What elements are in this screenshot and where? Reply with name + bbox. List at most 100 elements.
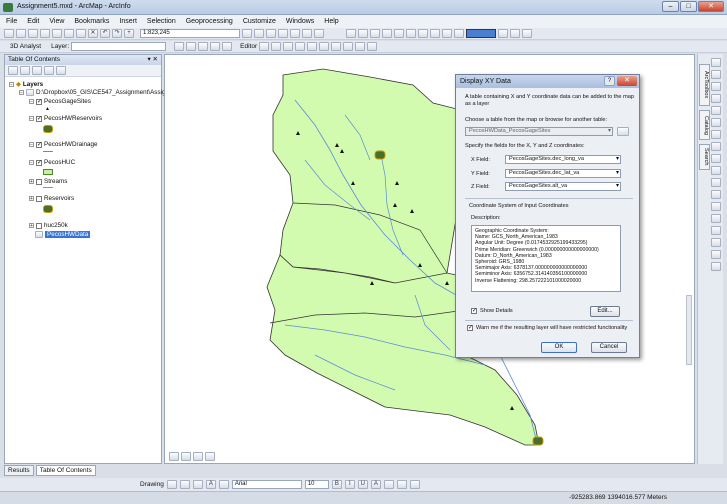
dialog-close-button[interactable]: ✕ <box>617 76 637 86</box>
fill-color-icon[interactable] <box>383 480 394 489</box>
identify-icon[interactable] <box>454 29 464 38</box>
redo-icon[interactable]: ↷ <box>112 29 122 38</box>
full-extent-icon[interactable] <box>382 29 392 38</box>
toc-path[interactable]: − D:\Dropbox\05_GIS\CE547_Assignment\Assi… <box>19 89 174 96</box>
toc-layer-pecoshwdrainage[interactable]: − ✓ PecosHWDrainage <box>29 141 98 148</box>
delete-icon[interactable]: ✕ <box>88 29 98 38</box>
html-popup-icon[interactable] <box>711 214 721 223</box>
fixed-zoom-icon[interactable] <box>711 106 721 115</box>
edit-tool-icon[interactable] <box>367 42 378 51</box>
select-icon[interactable] <box>442 29 452 38</box>
ok-button[interactable]: OK <box>541 342 577 353</box>
measure-icon[interactable] <box>498 29 508 38</box>
edit-button[interactable]: Edit... <box>590 306 620 317</box>
options-icon[interactable] <box>56 66 66 75</box>
hyperlink-icon[interactable] <box>522 29 532 38</box>
undo-icon[interactable]: ↶ <box>100 29 110 38</box>
search-icon[interactable] <box>278 29 288 38</box>
zoom-out-icon[interactable] <box>358 29 368 38</box>
new-icon[interactable] <box>4 29 14 38</box>
drawing-menu[interactable]: Drawing <box>140 481 164 488</box>
edit-vertices-icon[interactable] <box>218 480 229 489</box>
map-scrollbar[interactable] <box>686 295 692 365</box>
text-icon[interactable]: A <box>205 480 216 489</box>
list-by-source-icon[interactable] <box>20 66 30 75</box>
toc-close-icon[interactable]: ▾ ✕ <box>147 55 158 65</box>
menu-insert[interactable]: Insert <box>119 18 137 25</box>
rectangle-icon[interactable] <box>192 480 203 489</box>
menu-help[interactable]: Help <box>324 18 338 25</box>
toc-layer-pecoshwreservoirs[interactable]: − ✓ PecosHWReservoirs <box>29 115 102 122</box>
show-details-checkbox[interactable]: ✓ <box>471 308 477 314</box>
globe-icon[interactable] <box>198 42 209 51</box>
font-color-icon[interactable]: A <box>370 480 381 489</box>
description-box[interactable]: Geographic Coordinate System: Name: GCS_… <box>471 225 621 292</box>
layer-dropdown[interactable] <box>71 42 167 51</box>
3d-tool-icon[interactable] <box>186 42 197 51</box>
pointer-icon[interactable] <box>711 178 721 187</box>
close-button[interactable]: ✕ <box>698 1 724 12</box>
3d-analyst-label[interactable]: 3D Analyst <box>10 43 41 50</box>
forward-icon[interactable] <box>711 142 721 151</box>
list-by-visibility-icon[interactable] <box>32 66 42 75</box>
pause-icon[interactable] <box>205 452 215 461</box>
menu-view[interactable]: View <box>49 18 64 25</box>
select-elements-icon[interactable] <box>166 480 177 489</box>
refresh-icon[interactable] <box>193 452 203 461</box>
python-icon[interactable] <box>302 29 312 38</box>
arctoolbox-icon[interactable] <box>290 29 300 38</box>
toc-layer-huc250k[interactable]: + huc250k <box>29 222 68 229</box>
menu-file[interactable]: File <box>6 18 17 25</box>
hyperlink-icon[interactable] <box>711 202 721 211</box>
add-data-icon[interactable]: + <box>124 29 134 38</box>
menu-customize[interactable]: Customize <box>243 18 276 25</box>
maximize-button[interactable]: □ <box>680 1 697 12</box>
forward-icon[interactable] <box>430 29 440 38</box>
list-by-drawing-order-icon[interactable] <box>8 66 18 75</box>
edit-tool-icon[interactable] <box>283 42 294 51</box>
back-icon[interactable] <box>711 130 721 139</box>
tab-table-of-contents[interactable]: Table Of Contents <box>35 465 96 476</box>
open-icon[interactable] <box>16 29 26 38</box>
line-color-icon[interactable] <box>396 480 407 489</box>
editor-toolbar-icon[interactable] <box>242 29 252 38</box>
bold-icon[interactable]: B <box>331 480 342 489</box>
print-icon[interactable] <box>40 29 50 38</box>
editor-menu[interactable]: Editor <box>240 43 257 50</box>
toc-layer-pecoshwdata[interactable]: PecosHWData <box>35 231 91 238</box>
warn-checkbox[interactable]: ✓ <box>467 325 473 331</box>
x-field-dropdown[interactable]: PecosGageSites.dec_long_va <box>505 155 621 164</box>
search-tab[interactable]: Search <box>699 144 710 170</box>
menu-geoprocessing[interactable]: Geoprocessing <box>186 18 233 25</box>
clear-selection-icon[interactable] <box>711 166 721 175</box>
browse-folder-icon[interactable] <box>617 127 629 136</box>
fixed-zoom-icon[interactable] <box>711 118 721 127</box>
font-size-dropdown[interactable]: 10 <box>304 480 329 489</box>
help-button[interactable]: ? <box>604 76 615 86</box>
info-icon[interactable] <box>711 190 721 199</box>
catalog-icon[interactable] <box>266 29 276 38</box>
italic-icon[interactable]: I <box>344 480 355 489</box>
minimize-button[interactable]: – <box>662 1 679 12</box>
menu-windows[interactable]: Windows <box>286 18 314 25</box>
table-dropdown[interactable]: PecosHWData_PecosGageSites <box>465 127 613 136</box>
3d-tool-icon[interactable] <box>210 42 221 51</box>
toc-layer-streams[interactable]: + Streams <box>29 178 67 185</box>
back-icon[interactable] <box>418 29 428 38</box>
z-field-dropdown[interactable]: PecosGageSites.alt_va <box>505 182 621 191</box>
zoom-in-icon[interactable] <box>711 58 721 67</box>
edit-tool-icon[interactable] <box>295 42 306 51</box>
list-by-selection-icon[interactable] <box>44 66 54 75</box>
paste-icon[interactable] <box>76 29 86 38</box>
3d-tool-icon[interactable] <box>222 42 233 51</box>
toc-layer-pecosgagesites[interactable]: − ✓ PecosGageSites <box>29 98 91 105</box>
scale-field[interactable]: 1:823,245 <box>140 29 240 38</box>
fixed-zoom-out-icon[interactable] <box>406 29 416 38</box>
rotate-icon[interactable] <box>179 480 190 489</box>
find-icon[interactable] <box>711 238 721 247</box>
zoom-in-icon[interactable] <box>346 29 356 38</box>
cut-icon[interactable] <box>52 29 62 38</box>
select-icon[interactable] <box>711 154 721 163</box>
menu-edit[interactable]: Edit <box>27 18 39 25</box>
font-dropdown[interactable]: Arial <box>231 480 302 489</box>
